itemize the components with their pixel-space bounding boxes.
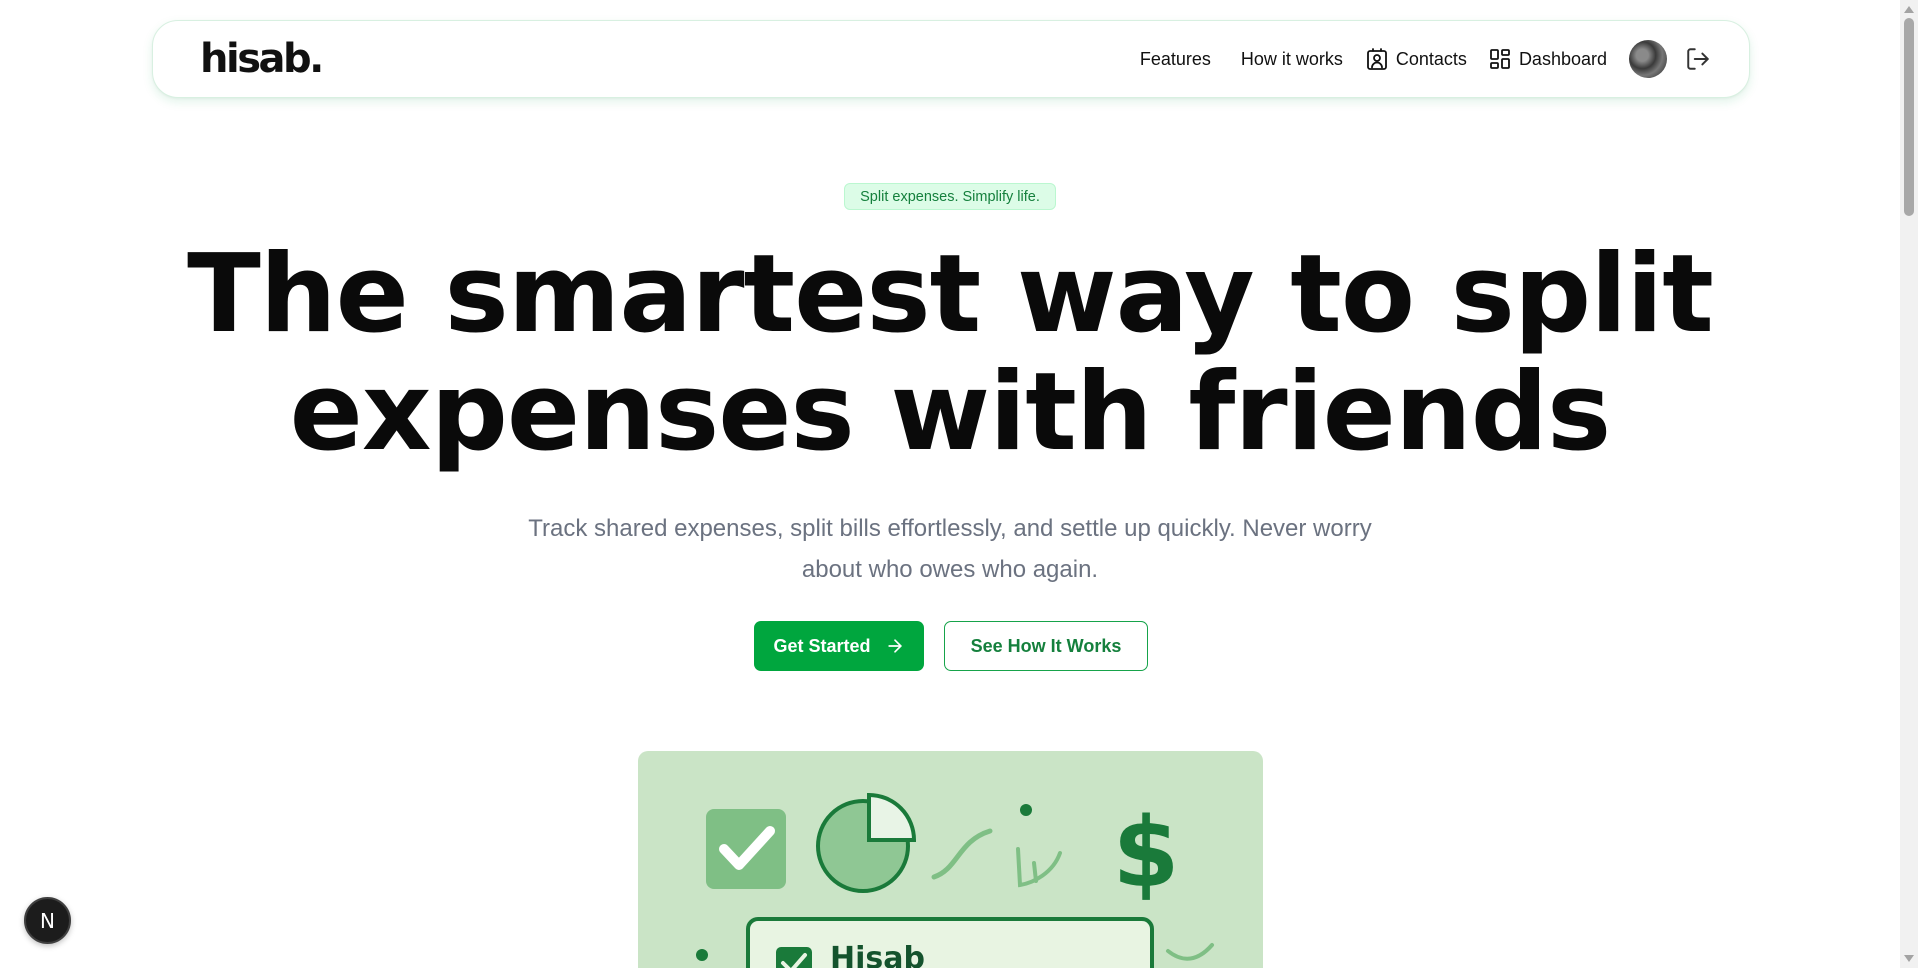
nav-links: Features How it works Contacts Dashboard	[1140, 40, 1711, 78]
hero-title-line-2: expenses with friends	[289, 350, 1612, 475]
see-how-it-works-button[interactable]: See How It Works	[944, 621, 1148, 671]
dashboard-grid-icon	[1490, 49, 1510, 69]
nav-features-label: Features	[1139, 48, 1211, 69]
hero-illustration: $ Hisab	[638, 751, 1263, 968]
card-title: Hisab	[830, 941, 925, 968]
dollar-sign-icon: $	[1113, 797, 1180, 909]
nav-dashboard-link[interactable]: Dashboard	[1488, 47, 1607, 71]
nav-dashboard-label: Dashboard	[1518, 48, 1607, 69]
checkbox-icon	[706, 809, 786, 889]
nav-contacts-link[interactable]: Contacts	[1365, 47, 1467, 71]
hero-subtitle-line-2: about who owes who again.	[801, 556, 1099, 583]
scroll-up-arrow-icon[interactable]	[1904, 6, 1914, 13]
get-started-button[interactable]: Get Started	[754, 621, 924, 671]
decor-dot	[1020, 804, 1032, 816]
nav-contacts-label: Contacts	[1395, 48, 1467, 69]
hero-title: The smartest way to split expenses with …	[150, 236, 1750, 472]
arrow-right-icon	[887, 639, 902, 653]
tagline-badge: Split expenses. Simplify life.	[844, 183, 1056, 210]
nav-how-it-works-link[interactable]: How it works	[1241, 49, 1343, 70]
decor-dot-left	[696, 949, 708, 961]
page-scrollbar[interactable]	[1900, 0, 1918, 968]
top-navbar: hisab. Features How it works Contacts Da…	[152, 20, 1750, 98]
see-how-it-works-label: See How It Works	[970, 635, 1122, 656]
contact-card-icon	[1366, 48, 1387, 70]
trend-curve-icon	[931, 828, 993, 880]
get-started-label: Get Started	[773, 635, 871, 656]
hero-subtitle: Track shared expenses, split bills effor…	[500, 508, 1400, 590]
nextjs-dev-badge[interactable]: N	[24, 897, 71, 944]
decor-curve-right	[1166, 943, 1214, 961]
scrollbar-thumb[interactable]	[1904, 18, 1914, 216]
user-avatar[interactable]	[1629, 40, 1667, 78]
illustration-graphics: $	[696, 792, 1214, 968]
nav-how-it-works-label: How it works	[1240, 48, 1343, 69]
hero-subtitle-line-1: Track shared expenses, split bills effor…	[528, 515, 1372, 542]
pie-chart-icon	[816, 792, 917, 893]
logo[interactable]: hisab.	[200, 36, 324, 82]
hero-title-line-1: The smartest way to split	[187, 232, 1714, 357]
log-out-icon[interactable]	[1685, 46, 1711, 72]
decor-flourish	[1016, 847, 1062, 888]
scroll-down-arrow-icon[interactable]	[1904, 955, 1914, 962]
nav-features-link[interactable]: Features	[1140, 49, 1211, 70]
